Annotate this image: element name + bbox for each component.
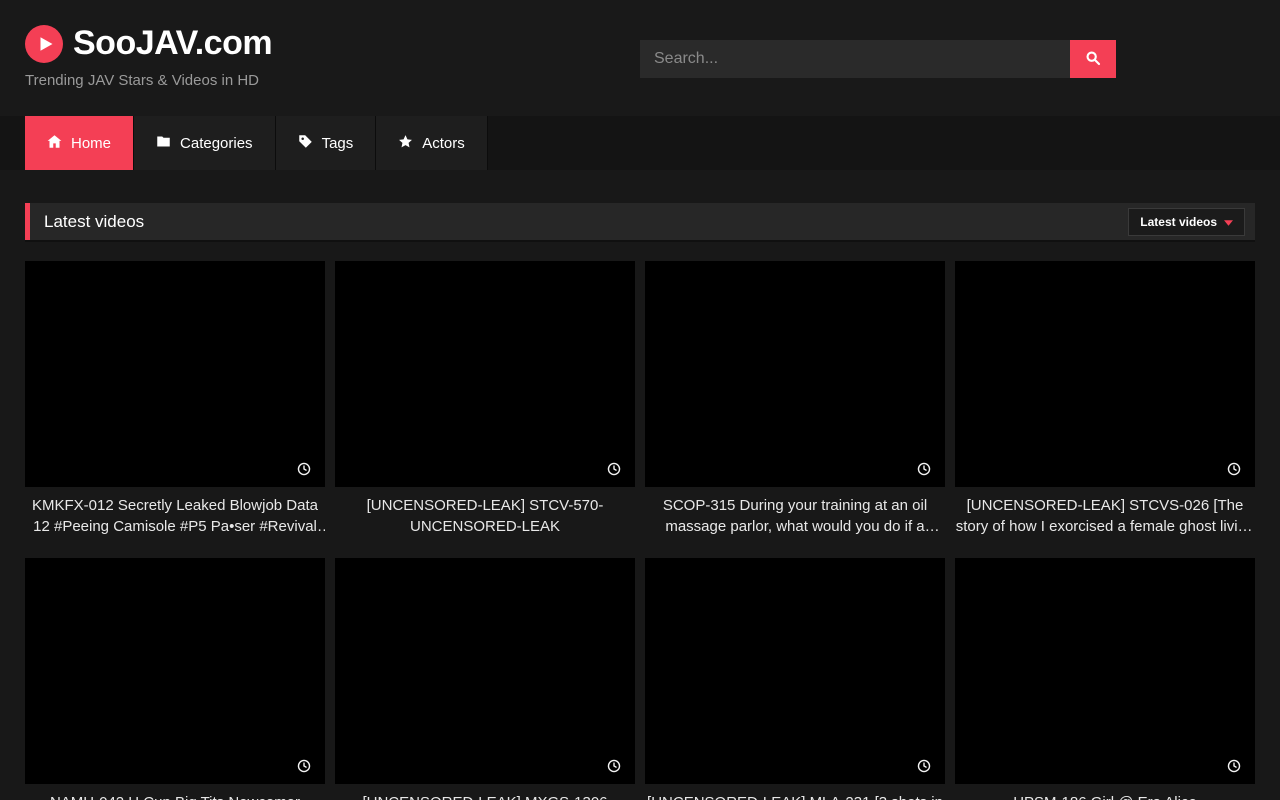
video-card: [UNCENSORED-LEAK] STCVS-026 [The story o… — [955, 261, 1255, 537]
video-thumbnail[interactable] — [25, 261, 325, 487]
search-input[interactable] — [640, 40, 1070, 78]
video-thumbnail[interactable] — [955, 558, 1255, 784]
video-card: NAMH-042 H Cup Big Tits Newcomer (170cm … — [25, 558, 325, 800]
video-thumbnail[interactable] — [955, 261, 1255, 487]
section-header: Latest videos Latest videos — [25, 203, 1255, 240]
brand[interactable]: SooJAV.com Trending JAV Stars & Videos i… — [25, 24, 272, 89]
search-button[interactable] — [1070, 40, 1116, 78]
clock-icon — [607, 759, 621, 773]
nav-item-home[interactable]: Home — [25, 116, 134, 170]
nav-item-label: Tags — [322, 135, 354, 152]
video-title[interactable]: NAMH-042 H Cup Big Tits Newcomer (170cm … — [25, 792, 325, 800]
sort-dropdown-label: Latest videos — [1140, 215, 1217, 229]
nav-item-tags[interactable]: Tags — [276, 116, 377, 170]
site-title[interactable]: SooJAV.com — [73, 24, 272, 63]
clock-icon — [917, 759, 931, 773]
video-thumbnail[interactable] — [335, 261, 635, 487]
search-form — [640, 40, 1116, 78]
video-card: [UNCENSORED-LEAK] MLA-231 [3 shots in — [645, 558, 945, 800]
video-card: [UNCENSORED-LEAK] STCV-570-UNCENSORED-LE… — [335, 261, 635, 537]
site-tagline: Trending JAV Stars & Videos in HD — [25, 72, 272, 89]
nav-item-label: Actors — [422, 135, 465, 152]
video-card: KMKFX-012 Secretly Leaked Blowjob Data 1… — [25, 261, 325, 537]
video-card: [UNCENSORED-LEAK] MXGS-1306 Absolutely — [335, 558, 635, 800]
nav-item-actors[interactable]: Actors — [376, 116, 488, 170]
nav-item-label: Categories — [180, 135, 253, 152]
video-title[interactable]: [UNCENSORED-LEAK] MXGS-1306 Absolutely — [335, 792, 635, 800]
video-title[interactable]: HPSM-186 Girl @ Era Alice — [955, 792, 1255, 800]
main-nav: Home Categories Tags Actors — [0, 116, 1280, 170]
clock-icon — [917, 462, 931, 476]
video-thumbnail[interactable] — [645, 261, 945, 487]
section-title: Latest videos — [44, 212, 144, 232]
video-title[interactable]: KMKFX-012 Secretly Leaked Blowjob Data 1… — [25, 495, 325, 537]
play-icon — [25, 25, 63, 63]
sort-dropdown[interactable]: Latest videos — [1128, 208, 1245, 236]
video-title[interactable]: [UNCENSORED-LEAK] STCVS-026 [The story o… — [955, 495, 1255, 537]
video-card: SCOP-315 During your training at an oil … — [645, 261, 945, 537]
video-grid: KMKFX-012 Secretly Leaked Blowjob Data 1… — [25, 261, 1255, 800]
star-icon — [398, 134, 413, 153]
home-icon — [47, 134, 62, 153]
video-thumbnail[interactable] — [335, 558, 635, 784]
caret-down-icon — [1224, 215, 1233, 229]
folder-icon — [156, 134, 171, 153]
nav-item-label: Home — [71, 135, 111, 152]
clock-icon — [297, 759, 311, 773]
video-card: HPSM-186 Girl @ Era Alice — [955, 558, 1255, 800]
tag-icon — [298, 134, 313, 153]
video-title[interactable]: [UNCENSORED-LEAK] MLA-231 [3 shots in — [645, 792, 945, 800]
clock-icon — [297, 462, 311, 476]
video-thumbnail[interactable] — [25, 558, 325, 784]
video-title[interactable]: SCOP-315 During your training at an oil … — [645, 495, 945, 537]
video-thumbnail[interactable] — [645, 558, 945, 784]
video-title[interactable]: [UNCENSORED-LEAK] STCV-570-UNCENSORED-LE… — [335, 495, 635, 537]
search-icon — [1085, 50, 1101, 69]
clock-icon — [1227, 462, 1241, 476]
clock-icon — [1227, 759, 1241, 773]
site-header: SooJAV.com Trending JAV Stars & Videos i… — [0, 0, 1280, 116]
nav-item-categories[interactable]: Categories — [134, 116, 276, 170]
main-content: Latest videos Latest videos KMKFX-012 Se… — [0, 203, 1280, 800]
clock-icon — [607, 462, 621, 476]
